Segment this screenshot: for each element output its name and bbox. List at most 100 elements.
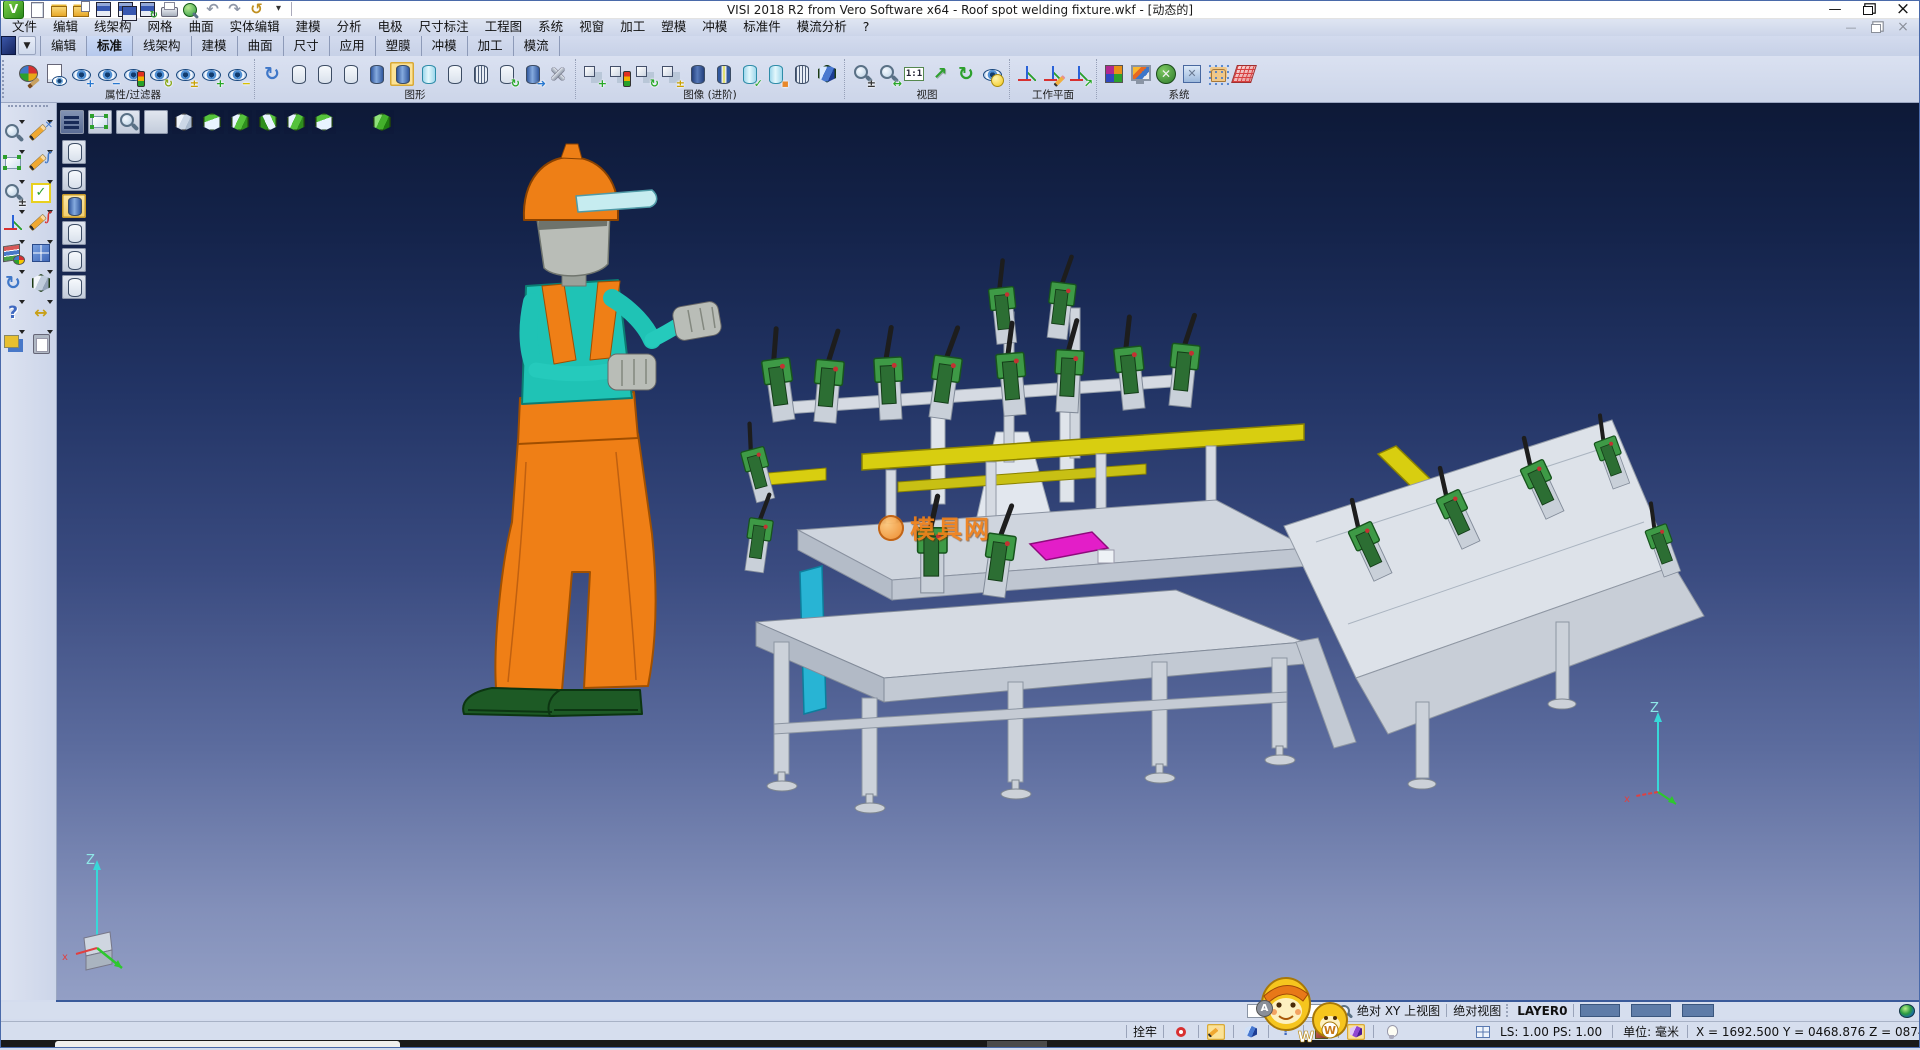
redo-icon[interactable] [225,1,244,18]
solid-preview-icon[interactable] [29,271,53,295]
view-side-icon[interactable] [256,110,280,134]
viewports-icon[interactable] [29,241,53,265]
tab-wireframe[interactable]: 线架构 [132,33,192,56]
online-globe-icon[interactable] [1898,1003,1916,1019]
tab-dropdown-button[interactable]: ▼ [18,36,36,55]
menu-drawing[interactable]: 工程图 [477,18,531,36]
style-shaded-edges-icon[interactable] [62,221,86,245]
advanced-invert-icon[interactable]: ± [659,62,683,86]
show-all-icon[interactable]: + [199,62,223,86]
layer-manager-icon[interactable] [1,331,25,355]
redraw-icon[interactable] [260,62,284,86]
status-units[interactable]: 单位: 毫米 [1623,1023,1679,1040]
status-help-icon[interactable] [1277,1024,1295,1040]
menu-modeling[interactable]: 建模 [288,18,329,36]
axes-display-icon[interactable] [144,110,168,134]
shaded-edges-view-icon[interactable] [390,62,414,86]
help-icon[interactable] [1,301,25,325]
confirm-icon[interactable] [29,181,53,205]
mdi-minimize-button[interactable]: — [1838,18,1864,36]
tab-modeling[interactable]: 建模 [191,33,238,56]
dynamic-view-icon[interactable]: ↻ [494,62,518,86]
advanced-refresh-icon[interactable]: ↻ [633,62,657,86]
menu-machining[interactable]: 加工 [612,18,653,36]
section-view-icon[interactable]: ➜ [520,62,544,86]
refresh-visibility-icon[interactable]: ↻ [147,62,171,86]
viewport-menu-icon[interactable] [60,110,84,134]
rotate-view-icon[interactable] [954,62,978,86]
menu-surface[interactable]: 曲面 [181,18,222,36]
mesh-view-icon[interactable] [468,62,492,86]
layer-color-bar-1[interactable] [1580,1004,1620,1017]
toolbar-drag-handle[interactable] [8,105,48,112]
modify-attributes-icon[interactable] [17,62,41,86]
undo-icon[interactable] [203,1,222,18]
selection-window-icon[interactable] [88,110,112,134]
advanced-filter-icon[interactable] [607,62,631,86]
status-package-icon[interactable] [1312,1024,1330,1040]
selection-options-icon[interactable] [1206,62,1230,86]
workplane-edit-icon[interactable] [1041,62,1065,86]
system-settings-icon[interactable] [1154,62,1178,86]
layer-color-bar-2[interactable] [1631,1004,1671,1017]
status-lock-toggle[interactable]: 拴牢 [1133,1023,1157,1040]
display-settings-icon[interactable] [1128,62,1152,86]
menu-edit[interactable]: 编辑 [45,18,86,36]
view-iso-icon[interactable] [172,110,196,134]
print-preview-icon[interactable] [181,1,200,18]
menu-dimension[interactable]: 尺寸标注 [411,18,477,36]
tag-solid-icon[interactable]: ▪ [763,62,787,86]
ucs-axes-icon[interactable] [1,211,25,235]
attributes-library-icon[interactable] [1,241,25,265]
workplane-align-icon[interactable]: ↗ [1067,62,1091,86]
clipboard-icon[interactable] [29,331,53,355]
print-icon[interactable] [159,1,178,18]
copy-attributes-icon[interactable] [43,62,67,86]
zoom-extents-icon[interactable]: ↔ [876,62,900,86]
status-solid-icon[interactable] [1242,1024,1260,1040]
tab-surface[interactable]: 曲面 [237,33,284,56]
toolbar-drag-handle[interactable] [2,60,11,98]
status-snap-icon[interactable] [1347,1024,1365,1040]
grid-settings-icon[interactable] [1232,62,1256,86]
zoom-solid-icon[interactable]: ± [1,181,25,205]
menu-analysis[interactable]: 分析 [329,18,370,36]
status-view-reference[interactable]: 绝对视图 [1453,1002,1501,1019]
close-button[interactable]: × [1886,0,1920,18]
solid-dark-view-icon[interactable] [685,62,709,86]
visi-logo-icon[interactable] [3,0,24,19]
solid-striped-view-icon[interactable] [711,62,735,86]
mdi-close-button[interactable]: × [1890,18,1916,36]
render-settings-icon[interactable] [546,62,570,86]
flat-view-icon[interactable] [442,62,466,86]
new-file-icon[interactable] [27,1,46,18]
measure-icon[interactable] [29,301,53,325]
menu-flow-analysis[interactable]: 模流分析 [789,18,855,36]
tab-machining[interactable]: 加工 [467,33,514,56]
menu-system[interactable]: 系统 [530,18,571,36]
status-view-absolute[interactable]: 绝对 XY 上视图 [1357,1002,1440,1019]
style-shaded-icon[interactable] [62,194,86,218]
tab-edit[interactable]: 编辑 [40,33,87,56]
hide-entities-icon[interactable]: − [95,62,119,86]
menu-file[interactable]: 文件 [4,18,45,36]
status-grid-icon[interactable] [1474,1024,1492,1040]
shaded-view-icon[interactable] [364,62,388,86]
open-page-icon[interactable] [71,1,90,18]
minimize-button[interactable]: — [1818,0,1852,18]
status-layer[interactable]: LAYER0 [1517,1004,1567,1018]
tab-dimension[interactable]: 尺寸 [283,33,330,56]
zoom-dynamic-icon[interactable]: ± [850,62,874,86]
tab-flow[interactable]: 模流 [513,33,560,56]
selection-box-icon[interactable] [1,151,25,175]
zoom-window-icon[interactable] [1,121,25,145]
view-top-icon[interactable] [200,110,224,134]
regenerate-icon[interactable] [1,271,25,295]
menu-help[interactable]: ? [855,18,878,36]
menu-window[interactable]: 视窗 [571,18,612,36]
history-icon[interactable] [247,1,266,18]
toolbar-options-icon[interactable] [269,1,288,18]
tab-application[interactable]: 应用 [329,33,376,56]
menu-solid-edit[interactable]: 实体编辑 [222,18,288,36]
sketch-icon[interactable] [29,211,53,235]
